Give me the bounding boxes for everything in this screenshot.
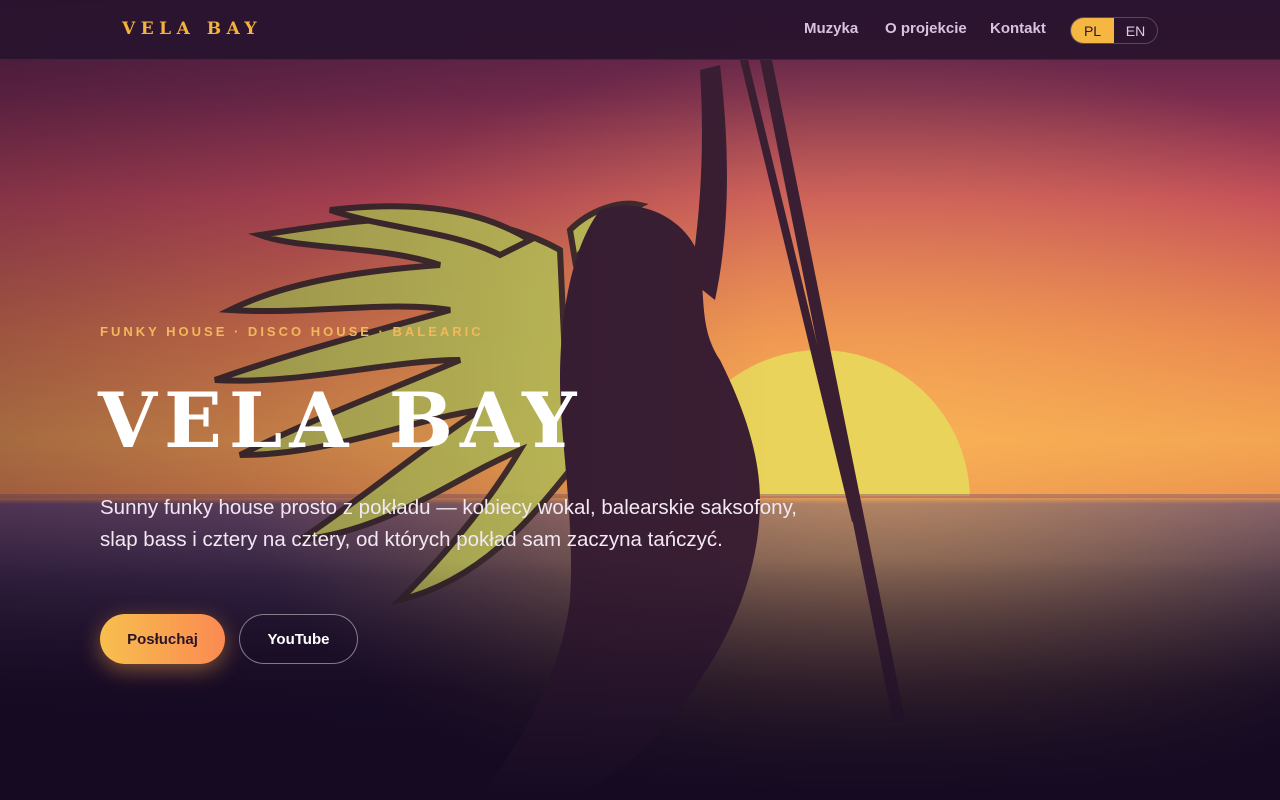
top-navbar: VELA BAY Muzyka O projekcie Kontakt PL E…: [0, 0, 1280, 60]
language-option-en[interactable]: EN: [1114, 18, 1157, 43]
hero-genre-tags: FUNKY HOUSE · DISCO HOUSE · BALEARIC: [100, 324, 484, 339]
listen-button[interactable]: Posłuchaj: [100, 614, 225, 664]
youtube-button[interactable]: YouTube: [239, 614, 358, 664]
hero-description: Sunny funky house prosto z pokładu — kob…: [100, 496, 797, 551]
nav-link-music[interactable]: Muzyka: [804, 20, 858, 37]
language-switcher: PL EN: [1070, 17, 1158, 44]
nav-link-contact[interactable]: Kontakt: [990, 20, 1046, 37]
brand-logo[interactable]: VELA BAY: [122, 19, 262, 39]
language-option-pl[interactable]: PL: [1071, 18, 1114, 43]
nav-link-about[interactable]: O projekcie: [885, 20, 967, 37]
hero-title: VELA BAY: [98, 376, 584, 465]
